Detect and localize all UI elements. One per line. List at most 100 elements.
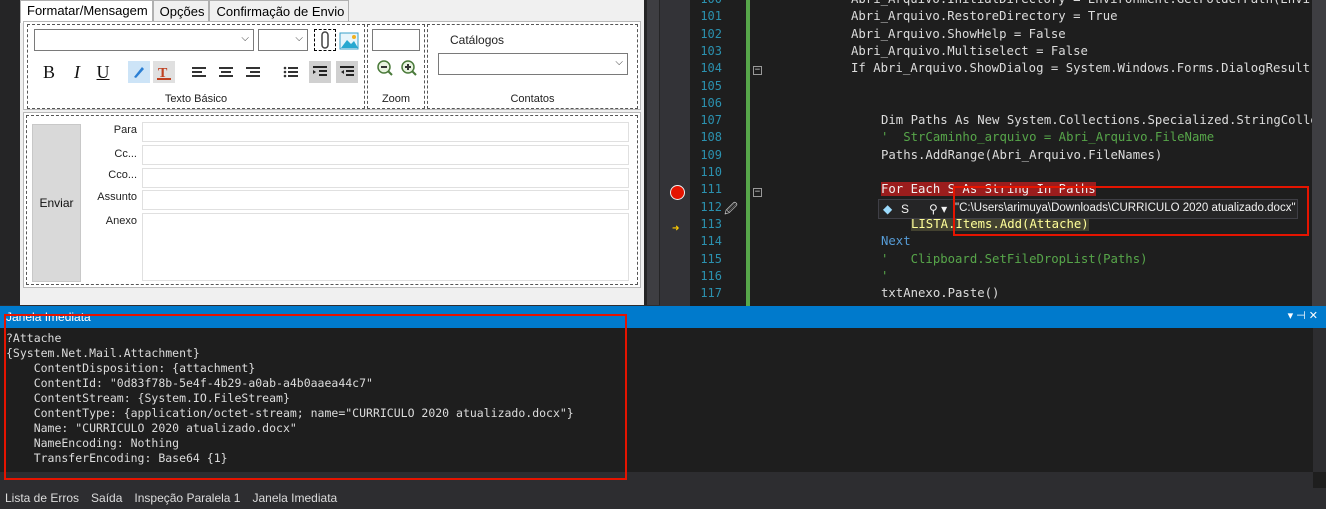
field-label-cco: Cco... — [108, 169, 137, 181]
line-number: 104 — [700, 61, 722, 76]
window-controls[interactable]: ▾ ⊣ ✕ — [1288, 309, 1318, 322]
group-label-zoom: Zoom — [381, 93, 411, 105]
immediate-vscrollbar[interactable] — [1313, 328, 1326, 472]
group-label-contatos: Contatos — [510, 93, 555, 105]
code-line[interactable]: Paths.AddRange(Abri_Arquivo.FileNames) — [881, 148, 1162, 162]
align-right-icon[interactable] — [242, 61, 264, 83]
line-number: 108 — [700, 130, 722, 145]
editor-scrollbar[interactable] — [1312, 0, 1326, 306]
bullet-list-icon[interactable] — [280, 61, 302, 83]
zoom-out-icon[interactable] — [374, 57, 396, 79]
bottom-tab-strip: Lista de Erros Saída Inspeção Paralela 1… — [0, 488, 1326, 509]
tab-inspecao-paralela[interactable]: Inspeção Paralela 1 — [134, 491, 240, 509]
breakpoint-icon[interactable] — [670, 185, 685, 200]
indent-icon[interactable] — [309, 61, 331, 83]
line-number: 100 — [692, 0, 722, 6]
attach-icon[interactable] — [314, 29, 336, 51]
code-line[interactable]: Dim Paths As New System.Collections.Spec… — [881, 113, 1318, 127]
line-number: 106 — [700, 95, 722, 110]
designer-scrollbar[interactable] — [647, 0, 659, 305]
line-number: 105 — [700, 78, 722, 93]
code-line[interactable]: ' StrCaminho_arquivo = Abri_Arquivo.File… — [881, 130, 1214, 144]
image-icon[interactable] — [338, 30, 360, 52]
line-number: 102 — [700, 26, 722, 41]
zoom-input[interactable] — [372, 29, 420, 51]
email-form: Formatar/Mensagem Opções Confirmação de … — [20, 0, 644, 305]
chevron-down-icon: ⌵ — [241, 33, 249, 44]
indicator-margin — [660, 0, 690, 306]
font-color-icon[interactable]: T — [153, 61, 175, 83]
field-label-assunto: Assunto — [97, 191, 137, 203]
line-number: 110 — [700, 165, 722, 179]
underline-button[interactable]: U — [92, 61, 114, 83]
line-number: 112 — [700, 199, 722, 214]
highlight-icon[interactable] — [128, 61, 150, 83]
outdent-icon[interactable] — [336, 61, 358, 83]
group-texto-basico: ⌵ ⌵ B I U T Texto Básico — [27, 24, 365, 109]
pin-icon[interactable]: 🖉 — [724, 200, 738, 222]
code-line[interactable]: Abri_Arquivo.InitialDirectory = Environm… — [851, 0, 1317, 6]
zoom-in-icon[interactable] — [398, 57, 420, 79]
tab-formatar-mensagem[interactable]: Formatar/Mensagem — [20, 0, 153, 23]
cco-input[interactable] — [142, 168, 629, 188]
tab-strip: Formatar/Mensagem Opções Confirmação de … — [20, 0, 350, 23]
object-icon: ◆ — [883, 202, 893, 216]
code-line[interactable]: Next — [881, 234, 911, 248]
line-number: 109 — [700, 147, 722, 162]
font-size-combo[interactable]: ⌵ — [258, 29, 308, 51]
highlight-rectangle — [953, 186, 1309, 236]
para-input[interactable] — [142, 122, 629, 142]
collapse-icon[interactable]: − — [753, 66, 762, 75]
tab-confirmacao-envio[interactable]: Confirmação de Envio — [209, 0, 350, 22]
line-number: 113 — [700, 216, 722, 231]
align-left-icon[interactable] — [188, 61, 210, 83]
code-line[interactable]: Abri_Arquivo.Multiselect = False — [851, 44, 1088, 58]
italic-button[interactable]: I — [66, 61, 88, 83]
field-label-para: Para — [113, 124, 137, 136]
tab-opcoes[interactable]: Opções — [152, 0, 210, 22]
line-number: 117 — [700, 286, 722, 301]
form-designer-panel: Formatar/Mensagem Opções Confirmação de … — [0, 0, 660, 305]
line-number: 107 — [700, 113, 722, 128]
line-number: 111 — [700, 182, 722, 197]
magnifier-icon[interactable]: ⚲ ▾ — [929, 202, 947, 216]
code-line[interactable]: ' Clipboard.SetFileDropList(Paths) — [881, 252, 1148, 266]
chevron-down-icon: ⌵ — [295, 33, 303, 44]
chevron-down-icon: ⌵ — [615, 57, 623, 68]
change-tracking-bar — [746, 0, 750, 306]
message-fields-panel: Enviar Para Cc... Cco... Assunto Anexo — [23, 112, 641, 288]
collapse-icon[interactable]: − — [753, 188, 762, 197]
group-label-texto-basico: Texto Básico — [164, 93, 228, 105]
immediate-window: Janela Imediata ▾ ⊣ ✕ ?Attache {System.Ne… — [0, 306, 1326, 488]
tab-janela-imediata[interactable]: Janela Imediata — [252, 491, 337, 509]
code-line[interactable]: If Abri_Arquivo.ShowDialog = System.Wind… — [851, 61, 1317, 75]
cc-input[interactable] — [142, 145, 629, 165]
line-number: 116 — [700, 268, 722, 283]
assunto-input[interactable] — [142, 190, 629, 210]
code-line[interactable]: ' — [881, 269, 888, 283]
field-label-cc: Cc... — [114, 148, 137, 160]
line-number: 101 — [700, 9, 722, 24]
ide-window: Formatar/Mensagem Opções Confirmação de … — [0, 0, 1326, 509]
group-contatos: Catálogos ⌵ Contatos — [427, 24, 638, 109]
line-number: 115 — [700, 251, 722, 266]
code-line[interactable]: Abri_Arquivo.ShowHelp = False — [851, 27, 1066, 41]
highlight-rectangle — [4, 314, 627, 480]
code-line[interactable]: Abri_Arquivo.RestoreDirectory = True — [851, 9, 1118, 23]
code-editor[interactable]: 100 Abri_Arquivo.InitialDirectory = Envir… — [660, 0, 1326, 306]
line-number: 114 — [700, 234, 722, 249]
catalogos-combo[interactable]: ⌵ — [438, 53, 628, 75]
anexo-input[interactable] — [142, 213, 629, 281]
align-center-icon[interactable] — [215, 61, 237, 83]
line-number: 103 — [700, 43, 722, 58]
catalogos-label: Catálogos — [450, 33, 505, 47]
bold-button[interactable]: B — [38, 61, 60, 83]
font-family-combo[interactable]: ⌵ — [34, 29, 254, 51]
tab-saida[interactable]: Saída — [91, 491, 122, 509]
send-button[interactable]: Enviar — [32, 124, 81, 282]
current-line-arrow-icon: ➜ — [672, 221, 680, 235]
message-fields: Enviar Para Cc... Cco... Assunto Anexo — [26, 115, 638, 285]
tab-lista-de-erros[interactable]: Lista de Erros — [5, 491, 79, 509]
datatip-variable: S — [901, 202, 910, 216]
code-line[interactable]: txtAnexo.Paste() — [881, 286, 999, 300]
